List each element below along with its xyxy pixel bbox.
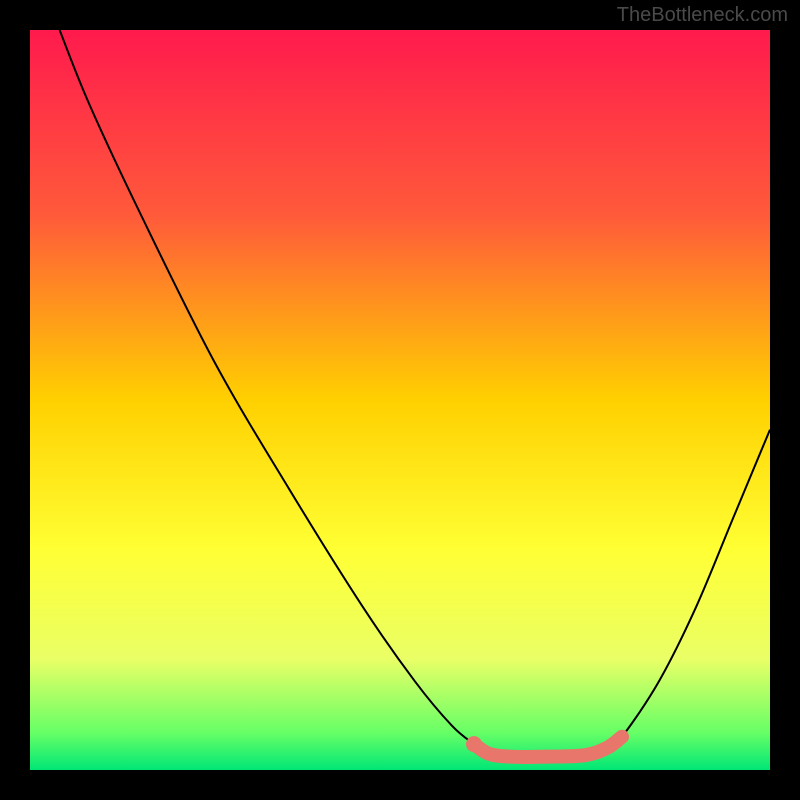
watermark-text: TheBottleneck.com (617, 4, 788, 27)
highlight-dot (466, 736, 482, 752)
chart-svg (30, 30, 770, 770)
gradient-background (30, 30, 770, 770)
chart-area (30, 30, 770, 770)
